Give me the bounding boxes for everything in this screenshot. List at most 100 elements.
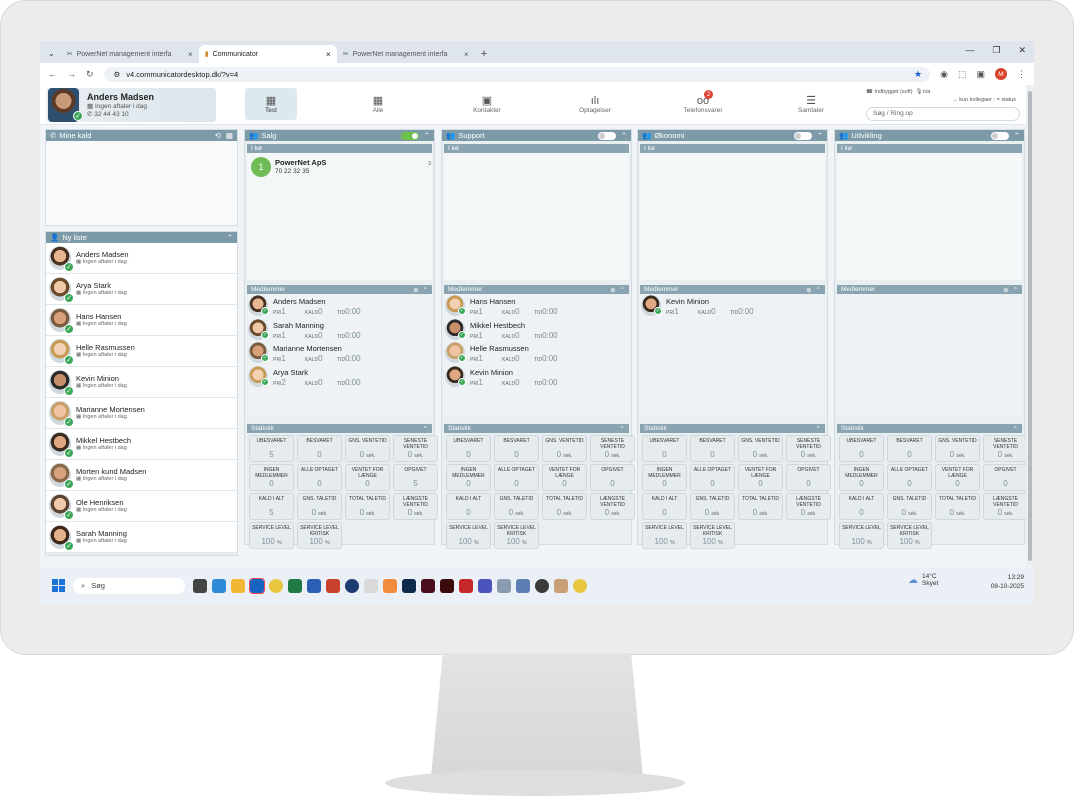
- close-window-icon[interactable]: ✕: [1018, 45, 1026, 56]
- member-row[interactable]: ✓ Kevin Minion PRI1 KALD0 TID0:00: [640, 294, 825, 318]
- settings-icon[interactable]: ⊕: [413, 286, 418, 294]
- member-row[interactable]: ✓ Hans Hansen PRI1 KALD0 TID0:00: [444, 294, 629, 318]
- nav-test[interactable]: ▦ Test: [245, 88, 297, 120]
- collapse-icon[interactable]: ⌃: [816, 286, 821, 294]
- collapse-icon[interactable]: ⌃: [423, 286, 428, 294]
- nav-optagelser[interactable]: ılı Optagelser: [569, 88, 621, 120]
- group-toggle[interactable]: [400, 131, 419, 140]
- browser-tab-2[interactable]: ▮ Communicator ×: [198, 45, 337, 63]
- settings-icon[interactable]: ⊕: [1003, 286, 1008, 294]
- collapse-icon[interactable]: ⌃: [1014, 131, 1020, 140]
- user-card[interactable]: ✓ Anders Madsen ▦ Ingen aftaler i dag ✆ …: [46, 88, 216, 122]
- windows-start-icon[interactable]: [52, 579, 65, 592]
- queue-item[interactable]: 1 PowerNet ApS 70 22 32 35 3: [251, 157, 431, 179]
- collapse-icon[interactable]: ⌃: [423, 425, 428, 433]
- extension-icon[interactable]: ◉: [940, 69, 948, 80]
- network-icon[interactable]: [497, 578, 511, 593]
- history-icon[interactable]: ⟲: [215, 131, 221, 140]
- taskbar-search[interactable]: ⌕ Søg: [73, 577, 185, 594]
- password-icon[interactable]: [345, 578, 359, 593]
- nav-telefonsvarer[interactable]: oo Telefonsvarer 2: [677, 88, 729, 120]
- settings-icon[interactable]: ⊕: [610, 286, 615, 294]
- forward-icon[interactable]: →: [67, 69, 76, 79]
- word-icon[interactable]: [307, 578, 321, 593]
- app-icon[interactable]: [193, 578, 207, 593]
- calendar-icon[interactable]: ▦: [226, 131, 233, 140]
- url-field[interactable]: ⚙ v4.communicatordesktop.dk/?v=4 ★: [103, 66, 931, 82]
- tab-list-icon[interactable]: ⌄: [48, 49, 55, 58]
- list-item[interactable]: ✓ Arya Stark ▦ Ingen aftaler i dag: [46, 274, 237, 305]
- list-item[interactable]: ✓ Hans Hansen ▦ Ingen aftaler i dag: [46, 305, 237, 336]
- collapse-icon[interactable]: ⌃: [620, 286, 625, 294]
- illustrator-icon[interactable]: [440, 578, 454, 593]
- nav-samtaler[interactable]: ☰ Samtaler: [785, 88, 837, 120]
- list-item[interactable]: ✓ Morten kund Madsen ▦ Ingen aftaler i dag: [46, 460, 237, 491]
- excel-icon[interactable]: [288, 578, 302, 593]
- reload-icon[interactable]: ↻: [86, 69, 94, 80]
- weather-widget[interactable]: ☁ 14°C Skyet: [908, 573, 938, 587]
- list-item[interactable]: ✓ Mikkel Hestbech ▦ Ingen aftaler i dag: [46, 429, 237, 460]
- photoshop-icon[interactable]: [402, 578, 416, 593]
- device-label[interactable]: Indbygget (soft): [874, 89, 912, 95]
- outlook-icon[interactable]: [249, 577, 265, 594]
- vertical-scrollbar[interactable]: [1026, 85, 1034, 567]
- menu-kebab-icon[interactable]: ⋮: [1017, 69, 1026, 80]
- collapse-icon[interactable]: ⌃: [620, 425, 625, 433]
- teams-icon[interactable]: [478, 578, 492, 593]
- list-item[interactable]: ✓ Ole Henriksen ▦ Ingen aftaler i dag: [46, 491, 237, 522]
- close-icon[interactable]: ×: [464, 50, 469, 59]
- group-toggle[interactable]: [793, 131, 812, 140]
- maximize-icon[interactable]: ❐: [992, 45, 1000, 56]
- group-toggle[interactable]: [597, 131, 616, 140]
- new-tab-button[interactable]: +: [481, 48, 487, 60]
- folder-icon[interactable]: [231, 578, 245, 593]
- scroll-thumb[interactable]: [1028, 91, 1032, 561]
- search-input[interactable]: Søg / Ring op: [866, 107, 1020, 121]
- chatgpt-icon[interactable]: [535, 578, 549, 593]
- minimize-icon[interactable]: —: [965, 45, 974, 56]
- member-row[interactable]: ✓ Mikkel Hestbech PRI1 KALD0 TID0:00: [444, 318, 629, 342]
- collapse-icon[interactable]: ⌃: [1013, 425, 1018, 433]
- collapse-icon[interactable]: ⌃: [621, 131, 627, 140]
- member-row[interactable]: ✓ Marianne Mortensen PRI1 KALD0 TID0:00: [247, 341, 432, 365]
- edge-icon[interactable]: [212, 578, 226, 593]
- chrome-icon[interactable]: [269, 578, 283, 593]
- acrobat-icon[interactable]: [459, 578, 473, 593]
- back-icon[interactable]: ←: [48, 69, 57, 79]
- site-info-icon[interactable]: ⚙: [114, 70, 121, 79]
- mic-label[interactable]: n/a: [923, 89, 931, 95]
- photos-icon[interactable]: [383, 578, 397, 593]
- nav-alle[interactable]: ▦ Alle: [352, 88, 404, 120]
- puzzle-icon[interactable]: ▣: [976, 69, 985, 80]
- clock[interactable]: 13:29 08-10-2025: [991, 573, 1024, 591]
- collapse-icon[interactable]: ⌃: [816, 425, 821, 433]
- app-icon[interactable]: [516, 578, 530, 593]
- member-row[interactable]: ✓ Arya Stark PRI2 KALD0 TID0:00: [247, 365, 432, 389]
- phone-app-icon[interactable]: [554, 578, 568, 593]
- member-row[interactable]: ✓ Kevin Minion PRI1 KALD0 TID0:00: [444, 365, 629, 389]
- group-toggle[interactable]: [990, 131, 1009, 140]
- list-item[interactable]: ✓ Helle Rasmussen ▦ Ingen aftaler i dag: [46, 336, 237, 367]
- indesign-icon[interactable]: [421, 578, 435, 593]
- close-icon[interactable]: ×: [326, 50, 331, 59]
- collapse-icon[interactable]: ⌃: [1013, 286, 1018, 294]
- chrome-icon[interactable]: [573, 578, 587, 593]
- member-row[interactable]: ✓ Helle Rasmussen PRI1 KALD0 TID0:00: [444, 341, 629, 365]
- list-item[interactable]: ✓ Sarah Manning ▦ Ingen aftaler i dag: [46, 522, 237, 553]
- notes-icon[interactable]: [364, 578, 378, 593]
- member-row[interactable]: ✓ Anders Madsen PRI1 KALD0 TID0:00: [247, 294, 432, 318]
- collapse-icon[interactable]: ⌃: [424, 131, 430, 140]
- member-row[interactable]: ✓ Sarah Manning PRI1 KALD0 TID0:00: [247, 318, 432, 342]
- list-item[interactable]: ✓ Marianne Mortensen ▦ Ingen aftaler i dag: [46, 398, 237, 429]
- collapse-icon[interactable]: ⌃: [227, 233, 233, 242]
- profile-avatar[interactable]: M: [995, 68, 1007, 80]
- close-icon[interactable]: ×: [188, 50, 193, 59]
- nav-kontakter[interactable]: ▣ Kontakter: [461, 88, 513, 120]
- browser-tab-1[interactable]: ✂ PowerNet management interfa ×: [61, 45, 199, 63]
- bookmark-star-icon[interactable]: ★: [914, 69, 922, 80]
- powerpoint-icon[interactable]: [326, 578, 340, 593]
- collapse-icon[interactable]: ⌃: [817, 131, 823, 140]
- filter-hint[interactable]: → kun kollegaer : = status: [866, 97, 1016, 103]
- extension-icon[interactable]: ⬚: [958, 69, 967, 80]
- list-item[interactable]: ✓ Kevin Minion ▦ Ingen aftaler i dag: [46, 367, 237, 398]
